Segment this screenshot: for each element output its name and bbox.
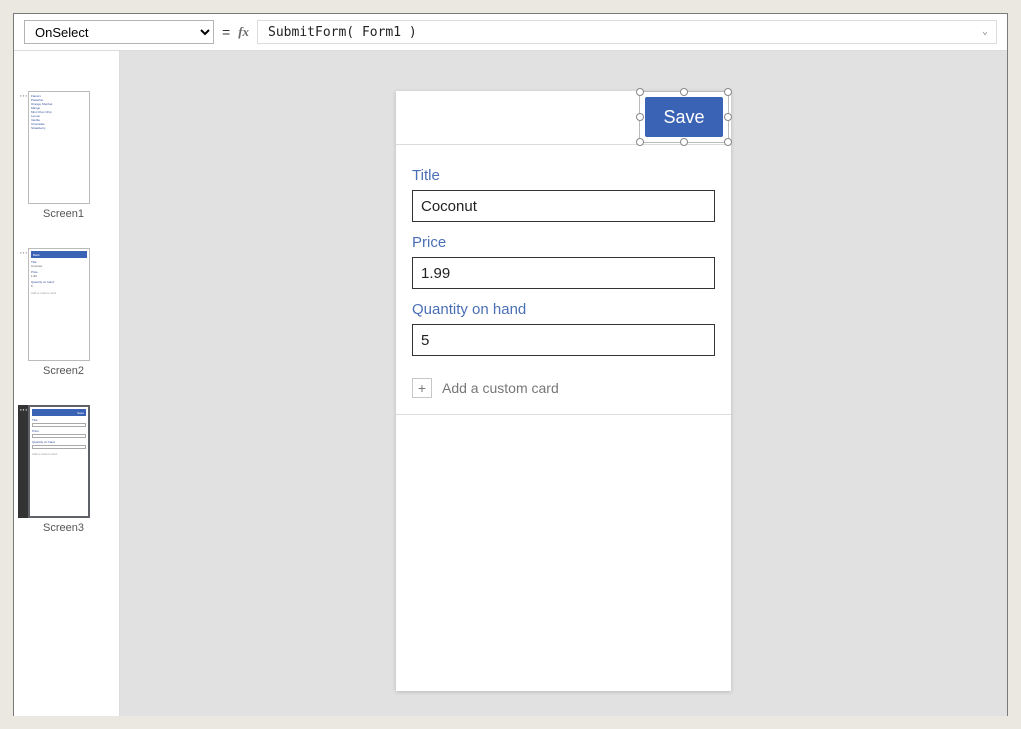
thumb-caption-2: Screen2	[18, 365, 109, 377]
thumb-menu-icon[interactable]: ···	[18, 248, 28, 361]
save-button-selection: Save	[645, 97, 723, 137]
phone-preview: Save Title Price	[396, 91, 731, 691]
qty-input[interactable]	[412, 324, 715, 356]
thumb-preview-1: Flavors Pistachio Orange Sherbet Mango M…	[28, 91, 90, 204]
screen-thumb-1[interactable]: ··· Flavors Pistachio Orange Sherbet Man…	[18, 91, 109, 220]
thumb-preview-3: Save Title Price Quantity on hand Add a …	[28, 405, 90, 518]
fx-icon: fx	[238, 24, 249, 40]
property-dropdown[interactable]: OnSelect	[24, 20, 214, 44]
plus-icon: +	[412, 378, 432, 398]
screen-thumb-2[interactable]: ··· Back Title Coconut Price 1.99 Quanti…	[18, 248, 109, 377]
chevron-down-icon[interactable]: ⌄	[982, 26, 988, 37]
equals-label: =	[222, 24, 230, 40]
phone-header: Save	[396, 91, 731, 145]
work-area: ··· Flavors Pistachio Orange Sherbet Man…	[14, 51, 1007, 716]
qty-label: Quantity on hand	[412, 301, 715, 318]
canvas-area[interactable]: Save Title Price	[120, 51, 1007, 716]
form-section: Title Price Quantity on hand + Add a cus…	[396, 145, 731, 415]
title-input[interactable]	[412, 190, 715, 222]
thumb-menu-icon[interactable]: ···	[18, 405, 28, 518]
price-label: Price	[412, 234, 715, 251]
thumb-preview-2: Back Title Coconut Price 1.99 Quantity o…	[28, 248, 90, 361]
thumb-caption-1: Screen1	[18, 208, 109, 220]
formula-input[interactable]: SubmitForm( Form1 ) ⌄	[257, 20, 997, 44]
thumb-menu-icon[interactable]: ···	[18, 91, 28, 204]
formula-text: SubmitForm( Form1 )	[268, 25, 417, 40]
price-input[interactable]	[412, 257, 715, 289]
add-card-label: Add a custom card	[442, 380, 559, 396]
formula-bar: OnSelect = fx SubmitForm( Form1 ) ⌄	[14, 14, 1007, 51]
screens-panel: ··· Flavors Pistachio Orange Sherbet Man…	[14, 51, 120, 716]
save-button[interactable]: Save	[645, 97, 723, 137]
thumb-caption-3: Screen3	[18, 522, 109, 534]
app-frame: OnSelect = fx SubmitForm( Form1 ) ⌄ ··· …	[13, 13, 1008, 716]
screen-thumb-3[interactable]: ··· Save Title Price Quantity on hand Ad…	[18, 405, 109, 534]
title-label: Title	[412, 167, 715, 184]
add-custom-card[interactable]: + Add a custom card	[412, 378, 715, 398]
